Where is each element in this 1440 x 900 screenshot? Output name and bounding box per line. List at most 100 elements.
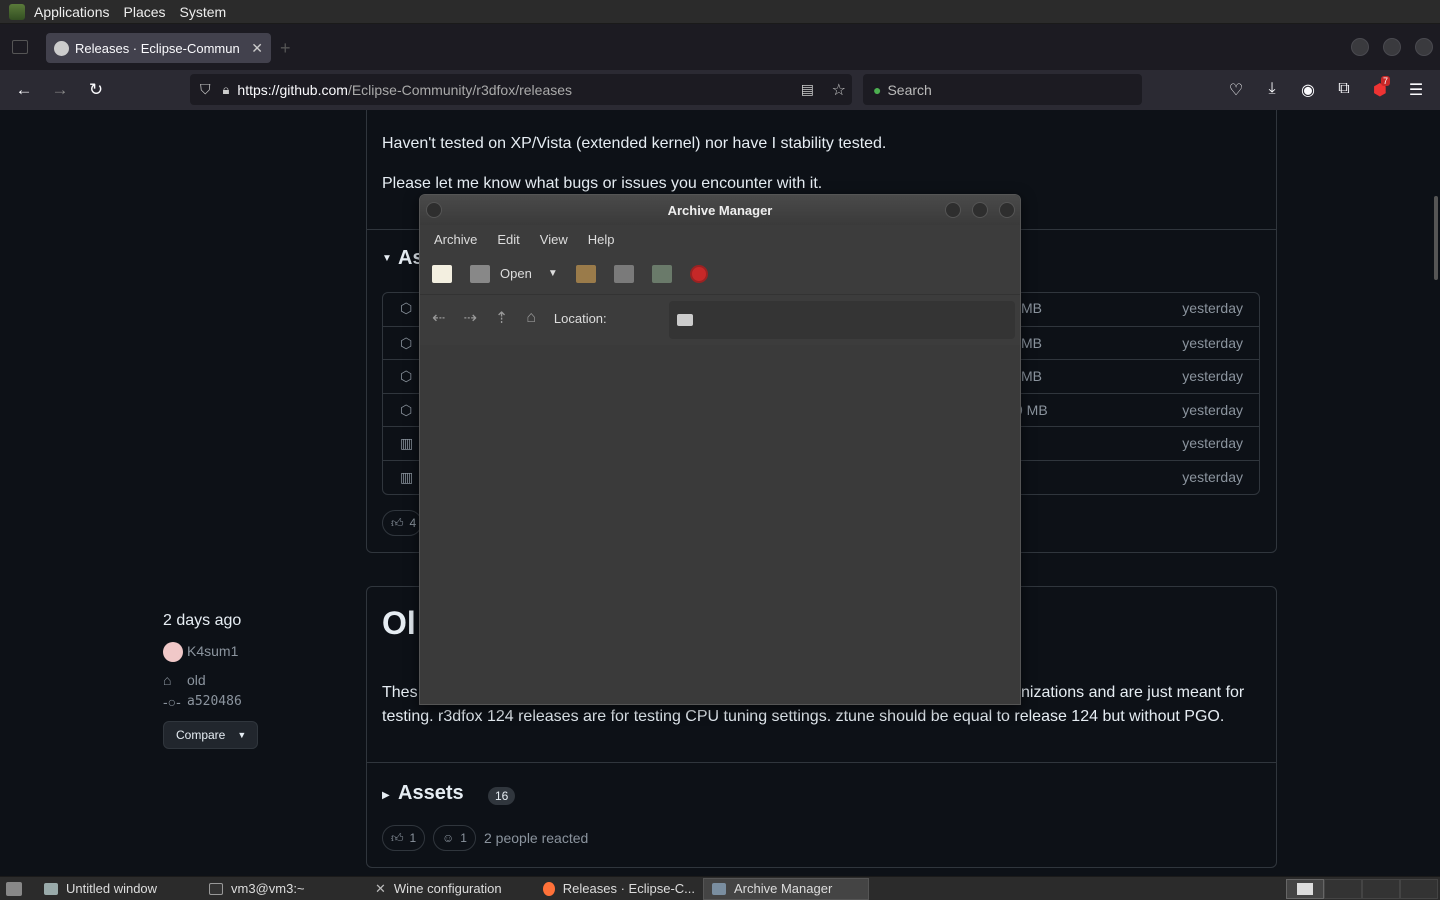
asset-date: yesterday bbox=[1182, 402, 1243, 418]
task-label: Archive Manager bbox=[734, 881, 833, 896]
reaction-count: 4 bbox=[409, 516, 417, 530]
chevron-down-icon: ▼ bbox=[237, 730, 247, 740]
assets-expand-icon[interactable]: ▶ bbox=[382, 790, 390, 801]
new-archive-icon[interactable] bbox=[432, 264, 452, 283]
search-bar[interactable]: ● Search bbox=[863, 74, 1142, 105]
tag-icon: ⌂ bbox=[163, 672, 172, 688]
extensions-icon[interactable]: ⧉ bbox=[1334, 80, 1354, 98]
author-link[interactable]: K4sum1 bbox=[187, 643, 238, 659]
task-terminal[interactable]: vm3@vm3:~ bbox=[201, 878, 367, 900]
tag-link[interactable]: old bbox=[187, 672, 206, 688]
avatar[interactable] bbox=[163, 642, 183, 662]
workspace-1[interactable] bbox=[1286, 879, 1324, 899]
reacted-text: 2 people reacted bbox=[484, 830, 589, 846]
reaction-smile[interactable]: ☺ 1 bbox=[433, 825, 476, 851]
stop-icon[interactable] bbox=[689, 264, 708, 283]
minimize-window-button[interactable] bbox=[1351, 38, 1369, 56]
release-heading[interactable]: Ol bbox=[382, 605, 416, 642]
assets-toggle-icon[interactable]: ▼ bbox=[382, 253, 392, 264]
release-time: 2 days ago bbox=[163, 612, 242, 629]
pocket-icon[interactable]: ♡ bbox=[1226, 80, 1246, 100]
task-wine-configuration[interactable]: ✕ Wine configuration bbox=[367, 878, 535, 900]
bottom-taskbar: Untitled window vm3@vm3:~ ✕ Wine configu… bbox=[0, 876, 1440, 900]
task-untitled-window[interactable]: Untitled window bbox=[36, 878, 201, 900]
task-archive-manager[interactable]: Archive Manager bbox=[703, 877, 869, 900]
location-field[interactable] bbox=[669, 301, 1015, 339]
workspace-2[interactable] bbox=[1324, 879, 1362, 899]
search-engine-icon[interactable]: ● bbox=[873, 82, 881, 98]
archive-file-list[interactable] bbox=[420, 345, 1020, 704]
archive-maximize-button[interactable] bbox=[972, 202, 988, 218]
lock-icon[interactable]: 🔒︎ bbox=[223, 82, 230, 98]
asset-size: MB bbox=[1021, 300, 1042, 316]
add-folder-icon[interactable] bbox=[651, 264, 672, 283]
reaction-thumbs-up[interactable]: 👍︎ 4 bbox=[382, 510, 422, 536]
sidebar-icon[interactable] bbox=[12, 40, 28, 54]
release-body-line2: testing. r3dfox 124 releases are for tes… bbox=[382, 708, 1225, 725]
asset-date: yesterday bbox=[1182, 335, 1243, 351]
open-button[interactable]: Open ▼ bbox=[470, 264, 558, 283]
window-menu-button[interactable] bbox=[426, 202, 442, 218]
menu-help[interactable]: Help bbox=[578, 232, 625, 247]
menu-view[interactable]: View bbox=[530, 232, 578, 247]
url-text[interactable]: https://github.com/Eclipse-Community/r3d… bbox=[237, 82, 572, 98]
search-placeholder: Search bbox=[887, 81, 932, 98]
menu-applications[interactable]: Applications bbox=[27, 4, 117, 20]
top-panel: Applications Places System bbox=[0, 0, 1440, 24]
reload-icon[interactable]: ↻ bbox=[78, 80, 114, 100]
assets-heading[interactable]: Assets bbox=[398, 782, 464, 805]
file-zip-icon: ▥ bbox=[400, 469, 414, 485]
forward-icon[interactable]: → bbox=[42, 80, 78, 100]
maximize-window-button[interactable] bbox=[1383, 38, 1401, 56]
menu-system[interactable]: System bbox=[173, 4, 234, 20]
archive-icon bbox=[712, 882, 726, 895]
chevron-down-icon[interactable]: ▼ bbox=[548, 268, 558, 279]
extract-icon[interactable] bbox=[575, 264, 596, 283]
compare-button[interactable]: Compare ▼ bbox=[163, 721, 258, 749]
ublock-badge: 7 bbox=[1381, 76, 1391, 86]
reader-view-icon[interactable]: ▤ bbox=[801, 81, 814, 98]
asset-date: yesterday bbox=[1182, 435, 1243, 451]
back-icon[interactable]: ← bbox=[6, 80, 42, 100]
gnome-foot-icon[interactable] bbox=[9, 3, 25, 20]
home-icon[interactable]: ⌂ bbox=[526, 309, 536, 327]
release-text-1: Haven't tested on XP/Vista (extended ker… bbox=[382, 135, 887, 152]
forward-icon[interactable]: ⇢ bbox=[463, 308, 476, 328]
tab-close-icon[interactable]: ✕ bbox=[251, 40, 263, 57]
package-icon: ⬡ bbox=[400, 368, 413, 384]
commit-link[interactable]: a520486 bbox=[187, 694, 242, 709]
package-icon: ⬡ bbox=[400, 300, 413, 316]
package-icon: ⬡ bbox=[400, 402, 413, 418]
show-desktop-icon[interactable] bbox=[6, 881, 22, 896]
archive-close-button[interactable] bbox=[999, 202, 1015, 218]
reaction-count: 1 bbox=[460, 831, 467, 845]
menu-archive[interactable]: Archive bbox=[424, 232, 487, 247]
reaction-thumbs-up[interactable]: 👍︎ 1 bbox=[382, 825, 426, 851]
archive-minimize-button[interactable] bbox=[945, 202, 961, 218]
asset-size: MB bbox=[1021, 335, 1042, 351]
close-window-button[interactable] bbox=[1415, 38, 1433, 56]
thumbs-up-icon: 👍︎ bbox=[391, 830, 404, 845]
add-files-icon[interactable] bbox=[613, 264, 634, 283]
page-scrollbar[interactable] bbox=[1434, 196, 1438, 280]
url-bar[interactable]: ⛉ 🔒︎ https://github.com/Eclipse-Communit… bbox=[190, 74, 852, 105]
archive-title: Archive Manager bbox=[667, 202, 773, 218]
assets-count-badge: 16 bbox=[488, 787, 516, 805]
menu-places[interactable]: Places bbox=[117, 4, 173, 20]
back-icon[interactable]: ⇠ bbox=[432, 308, 445, 328]
up-icon[interactable]: ⇡ bbox=[495, 308, 508, 328]
workspace-4[interactable] bbox=[1400, 879, 1438, 899]
archive-titlebar[interactable]: Archive Manager bbox=[420, 195, 1020, 225]
menu-hamburger-icon[interactable]: ☰ bbox=[1406, 80, 1426, 100]
tab-releases[interactable]: Releases · Eclipse-Commun ✕ bbox=[46, 33, 271, 63]
downloads-icon[interactable]: ⤓ bbox=[1262, 80, 1282, 98]
task-firefox[interactable]: Releases · Eclipse-C... bbox=[535, 878, 703, 900]
menu-edit[interactable]: Edit bbox=[487, 232, 529, 247]
task-label: Releases · Eclipse-C... bbox=[562, 881, 695, 896]
workspace-3[interactable] bbox=[1362, 879, 1400, 899]
bookmark-star-icon[interactable]: ☆ bbox=[832, 80, 846, 100]
new-tab-icon[interactable]: + bbox=[280, 38, 291, 59]
account-icon[interactable]: ◉ bbox=[1298, 80, 1318, 100]
shield-icon[interactable]: ⛉ bbox=[200, 81, 211, 98]
firefox-icon bbox=[543, 881, 555, 896]
